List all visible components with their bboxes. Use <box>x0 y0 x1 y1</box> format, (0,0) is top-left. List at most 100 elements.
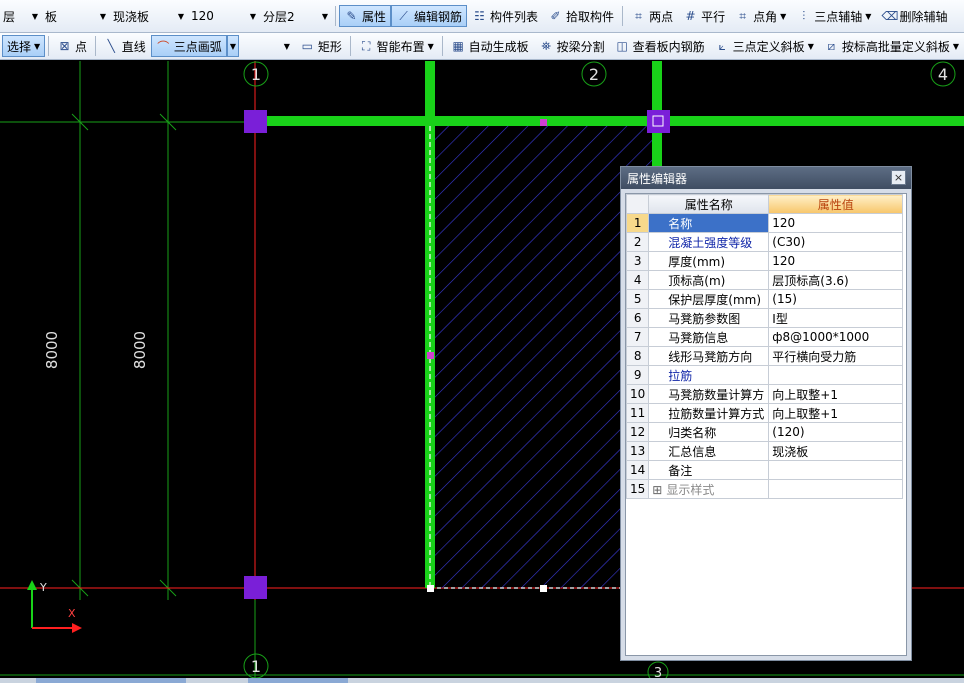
column[interactable] <box>244 110 267 133</box>
property-name: 厚度(mm) <box>648 251 770 271</box>
component-type-select[interactable]: 板 ▼ <box>42 5 110 27</box>
two-points-button[interactable]: ⌗ 两点 <box>626 5 678 27</box>
property-name: ⊞ 显示样式 <box>648 479 770 499</box>
component-subtype-select[interactable]: 现浇板 ▼ <box>110 5 188 27</box>
column[interactable] <box>647 110 670 133</box>
property-name-label: 马凳筋信息 <box>668 330 729 345</box>
delete-axis-button[interactable]: ⌫ 删除辅轴 <box>876 5 952 27</box>
select-button[interactable]: 选择 ▼ <box>2 35 46 57</box>
property-row[interactable]: 11 拉筋数量计算方式 向上取整+1 <box>625 403 904 423</box>
floor-select[interactable]: 层 ▼ <box>0 5 42 27</box>
view-slab-rebar-button[interactable]: ◫ 查看板内钢筋 <box>610 35 710 57</box>
dropdown-arrow-icon: ▼ <box>807 41 814 51</box>
ucs-x-label: X <box>68 607 76 620</box>
property-value[interactable]: 现浇板 <box>768 441 904 461</box>
properties-button[interactable]: ✎ 属性 <box>339 5 392 27</box>
split-icon: ⛯ <box>541 38 551 53</box>
property-row[interactable]: 2 混凝土强度等级 (C30) <box>625 232 904 252</box>
dropdown-arrow-icon: ▼ <box>249 12 256 21</box>
property-row[interactable]: 12 归类名称 (120) <box>625 422 904 442</box>
property-row[interactable]: 7 马凳筋信息 ф8@1000*1000 <box>625 327 904 347</box>
rectangle-button[interactable]: ▭ 矩形 <box>295 35 347 57</box>
sheet-tab[interactable] <box>36 678 186 683</box>
dropdown-arrow-icon: ▼ <box>321 12 328 21</box>
property-name-label: 备注 <box>668 463 693 478</box>
property-row[interactable]: 8 线形马凳筋方向 平行横向受力筋 <box>625 346 904 366</box>
rect-dropdown[interactable]: ▼ <box>279 35 295 57</box>
property-value[interactable]: 平行横向受力筋 <box>768 346 904 366</box>
property-value[interactable]: 120 <box>768 251 904 271</box>
line-icon: ╲ <box>107 39 115 53</box>
dropdown-arrow-icon: ▼ <box>427 41 434 51</box>
property-row[interactable]: 3 厚度(mm) 120 <box>625 251 904 271</box>
parallel-button[interactable]: # 平行 <box>678 5 730 27</box>
grip-point[interactable] <box>427 585 434 592</box>
three-point-axis-button[interactable]: ⫶ 三点辅轴 ▼ <box>791 5 876 27</box>
property-value[interactable]: 层顶标高(3.6) <box>768 270 904 290</box>
three-point-slope-button[interactable]: ⟀ 三点定义斜板 ▼ <box>710 35 819 57</box>
layer-select[interactable]: 分层2 ▼ <box>260 5 332 27</box>
row-number: 15 <box>625 479 650 499</box>
property-row[interactable]: 14 备注 <box>625 460 904 480</box>
close-icon[interactable]: × <box>891 170 906 185</box>
expand-icon[interactable]: ⊞ <box>652 483 662 497</box>
toolbar-divider <box>335 6 336 26</box>
property-name: 马凳筋参数图 <box>648 308 770 328</box>
draw-mode-dropdown[interactable]: ▼ <box>226 35 239 57</box>
property-row[interactable]: 5 保护层厚度(mm) (15) <box>625 289 904 309</box>
grid-icon: ▦ <box>452 39 464 53</box>
property-name-label: 线形马凳筋方向 <box>668 349 753 364</box>
toolbar-divider <box>349 36 351 56</box>
property-value[interactable]: (15) <box>768 289 904 309</box>
property-editor-titlebar[interactable]: 属性编辑器 × <box>621 167 911 189</box>
axis-label: 2 <box>589 65 599 84</box>
property-row[interactable]: 10 马凳筋数量计算方 向上取整+1 <box>625 384 904 404</box>
dropdown-arrow-icon: ▼ <box>31 12 38 21</box>
property-row[interactable]: 4 顶标高(m) 层顶标高(3.6) <box>625 270 904 290</box>
row-number: 1 <box>625 213 650 233</box>
property-value[interactable]: 120 <box>768 213 904 233</box>
property-value[interactable]: 向上取整+1 <box>768 403 904 423</box>
beam[interactable] <box>245 116 964 126</box>
batch-slope-button[interactable]: ⧄ 按标高批量定义斜板 ▼ <box>819 35 964 57</box>
property-row[interactable]: 15 ⊞ 显示样式 <box>625 479 904 499</box>
property-row[interactable]: 9 拉筋 <box>625 365 904 385</box>
pick-component-button[interactable]: ✐ 拾取构件 <box>543 5 619 27</box>
sheet-tab[interactable] <box>248 678 348 683</box>
property-value[interactable] <box>768 479 904 499</box>
property-value[interactable]: Ⅰ型 <box>768 308 904 328</box>
split-by-beam-button[interactable]: ⛯ 按梁分割 <box>534 35 610 57</box>
beam[interactable] <box>425 61 435 588</box>
dropdown-arrow-icon: ▼ <box>865 11 872 21</box>
component-list-button[interactable]: ☷ 构件列表 <box>467 5 543 27</box>
property-name: 马凳筋数量计算方 <box>648 384 770 404</box>
edit-rebar-button[interactable]: ⟋ 编辑钢筋 <box>391 5 468 27</box>
three-point-arc-button[interactable]: ⌒ 三点画弧 <box>150 35 227 57</box>
property-editor-panel: 属性编辑器 × 属性名称 属性值 1 名称 120 2 混凝土强度等级 (C30) 3 厚度(… <box>620 166 912 661</box>
grip-point[interactable] <box>540 119 547 126</box>
property-row[interactable]: 1 名称 120 <box>625 213 904 233</box>
column[interactable] <box>244 576 267 599</box>
point-button[interactable]: ⊠ 点 <box>52 35 92 57</box>
view-rebar-icon: ◫ <box>616 39 628 53</box>
smart-layout-button[interactable]: ⛶ 智能布置 ▼ <box>354 35 439 57</box>
component-name-select[interactable]: 120 ▼ <box>188 5 260 27</box>
property-value[interactable]: 向上取整+1 <box>768 384 904 404</box>
property-value[interactable] <box>768 460 904 480</box>
auto-generate-slab-button[interactable]: ▦ 自动生成板 <box>446 35 534 57</box>
property-value[interactable] <box>768 365 904 385</box>
property-value[interactable]: ф8@1000*1000 <box>768 327 904 347</box>
property-name-label: 名称 <box>668 216 693 231</box>
grip-point[interactable] <box>427 352 434 359</box>
parallel-axis-icon: # <box>685 9 696 23</box>
main-toolbar: 层 ▼ 板 ▼ 现浇板 ▼ 120 ▼ 分层2 ▼ ✎ 属性 ⟋ 编辑钢筋 ☷ 构件列表 ✐ 拾取… <box>0 0 964 33</box>
property-row[interactable]: 13 汇总信息 现浇板 <box>625 441 904 461</box>
property-value[interactable]: (C30) <box>768 232 904 252</box>
axis-label: 1 <box>251 65 261 84</box>
line-button[interactable]: ╲ 直线 <box>99 35 151 57</box>
grip-point[interactable] <box>540 585 547 592</box>
row-number: 6 <box>625 308 650 328</box>
property-value[interactable]: (120) <box>768 422 904 442</box>
property-row[interactable]: 6 马凳筋参数图 Ⅰ型 <box>625 308 904 328</box>
point-angle-button[interactable]: ⌗ 点角 ▼ <box>730 5 791 27</box>
